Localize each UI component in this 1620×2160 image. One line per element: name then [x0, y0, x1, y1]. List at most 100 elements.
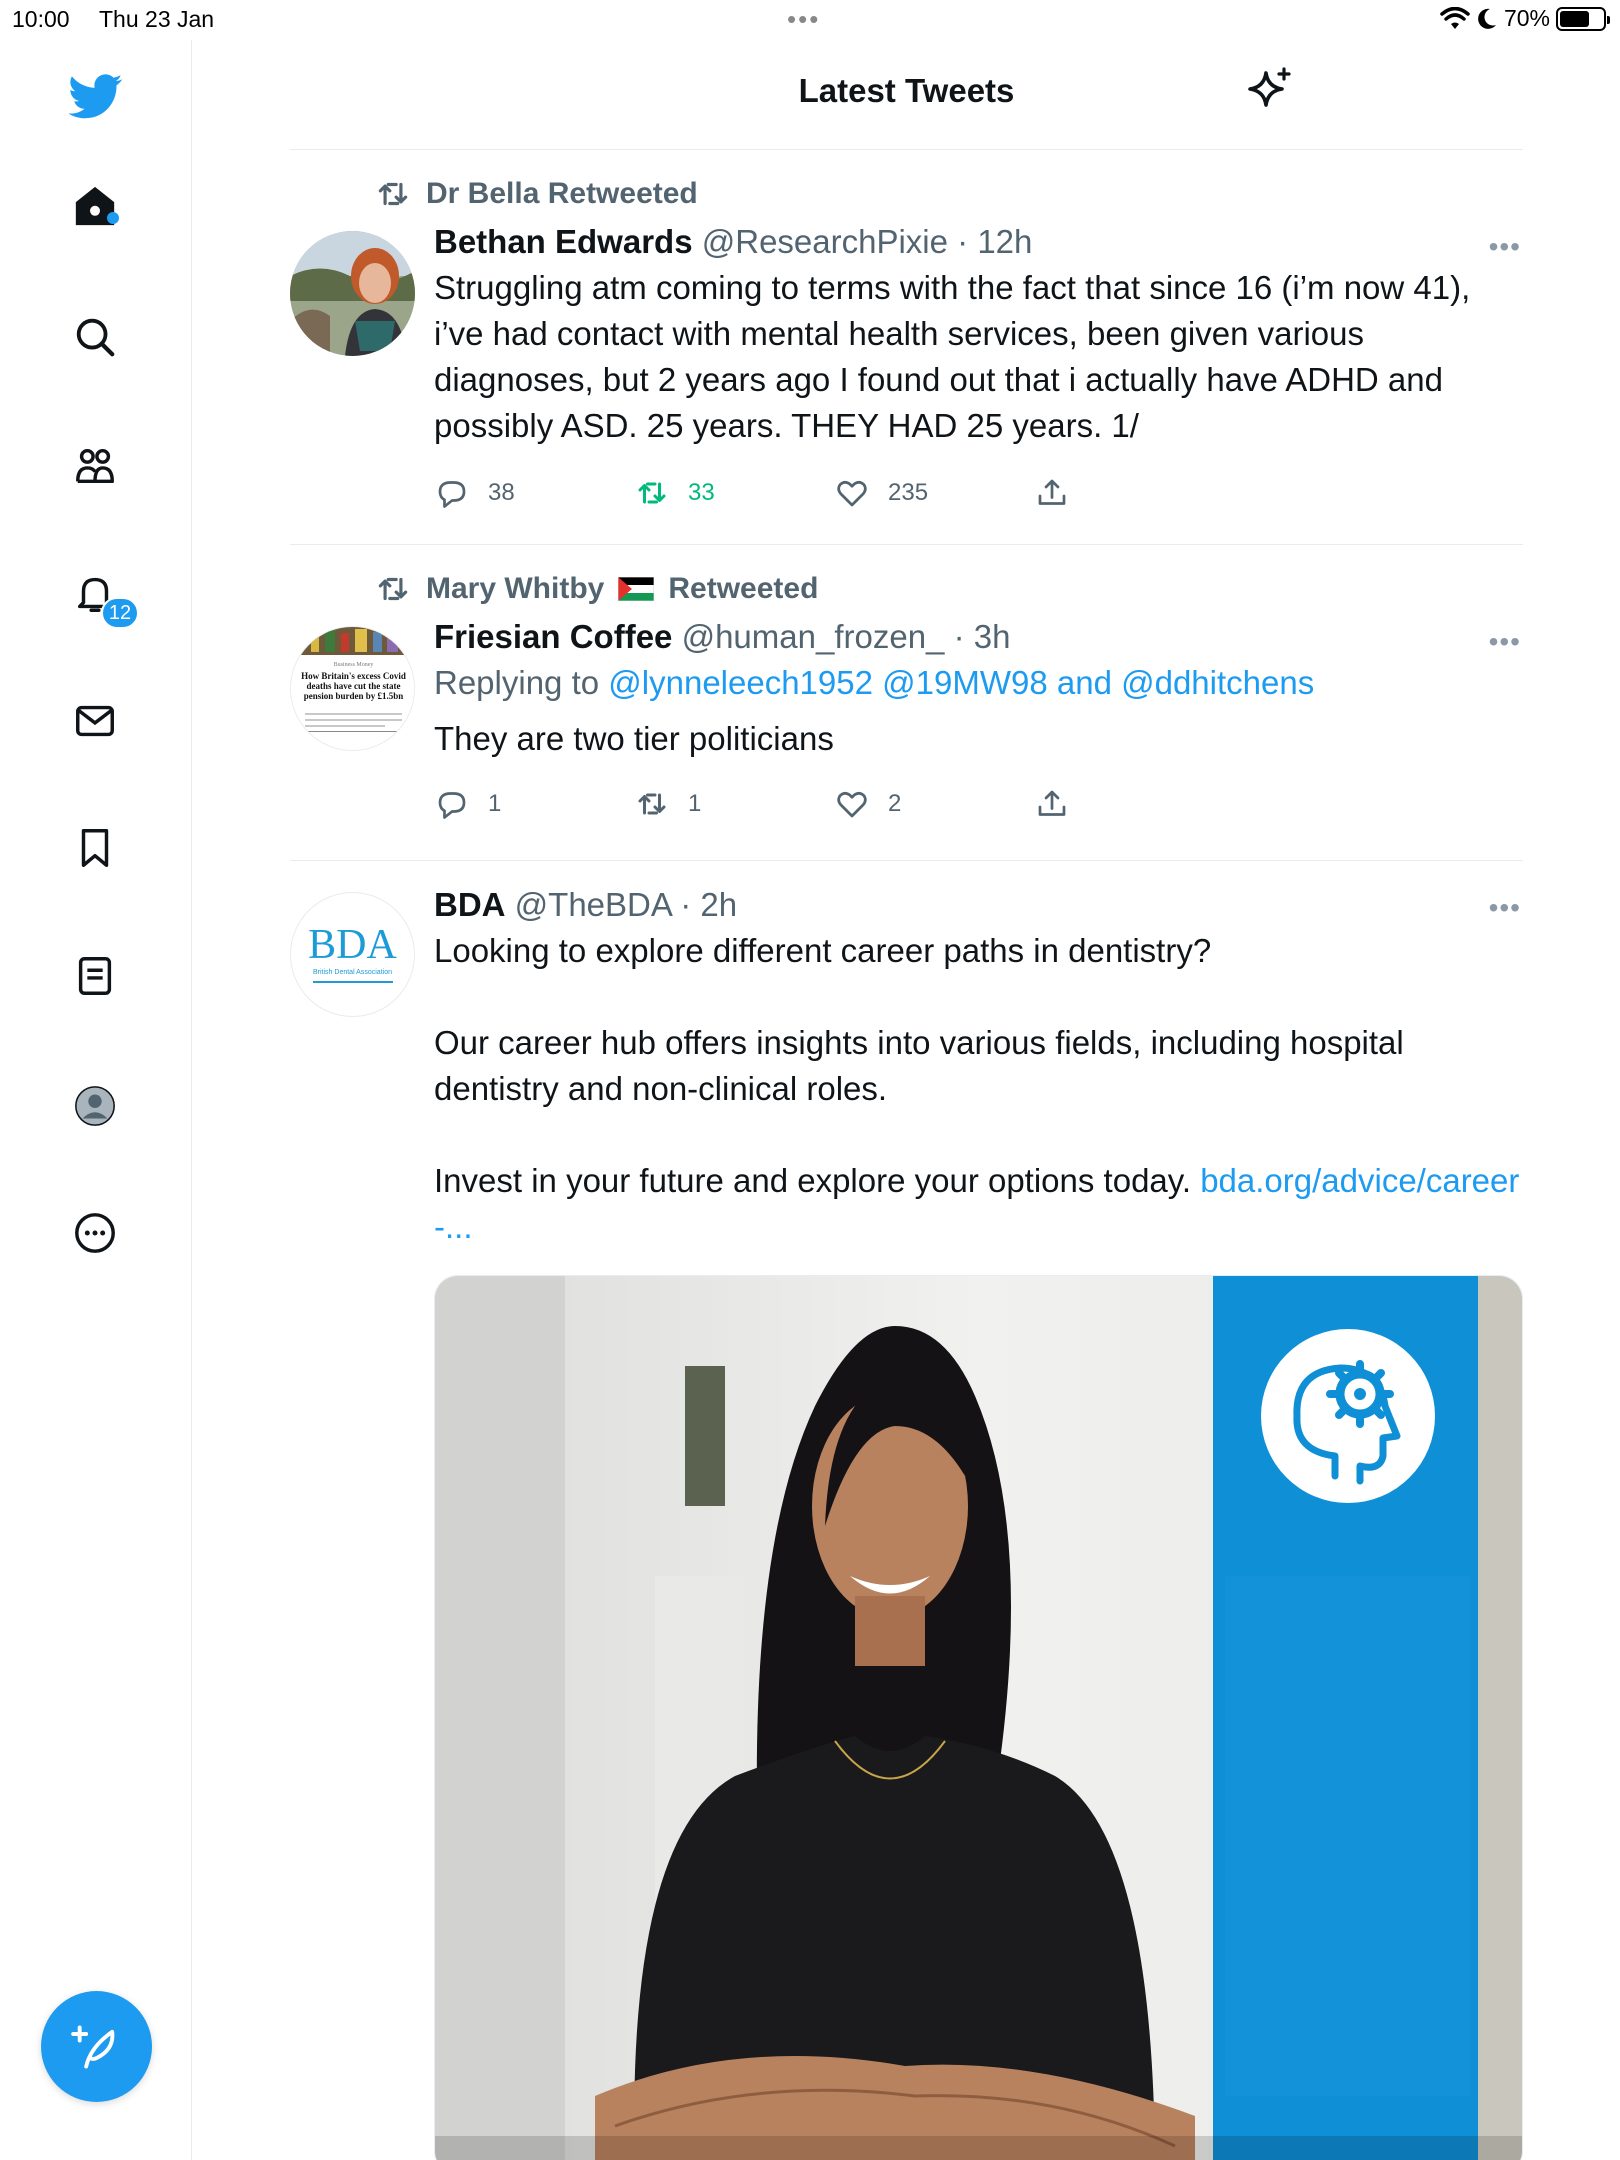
heart-icon — [837, 791, 867, 818]
sparkle-icon[interactable] — [1246, 65, 1294, 113]
wifi-icon — [1440, 6, 1470, 29]
multitasking-dots-icon[interactable]: ••• — [787, 4, 820, 35]
retweet-button[interactable]: 33 — [634, 475, 834, 511]
share-icon — [1038, 479, 1066, 505]
nav-lists[interactable] — [69, 950, 121, 1002]
tweet-body: Bethan Edwards @ResearchPixie · 12h Stru… — [434, 223, 1523, 449]
retweeted-suffix: Retweeted — [668, 572, 819, 605]
bookmark-icon — [81, 829, 109, 867]
reply-count: 1 — [488, 790, 502, 817]
battery-fill — [1560, 10, 1590, 27]
more-options-icon[interactable]: ••• — [1489, 892, 1521, 924]
retweet-button[interactable]: 1 — [634, 786, 834, 822]
status-right: 70% — [1440, 5, 1610, 32]
tweet-meta: Friesian Coffee @human_frozen_ · 3h — [434, 618, 1523, 656]
tweet-paragraph: Our career hub offers insights into vari… — [434, 1024, 1404, 1107]
status-date: Thu 23 Jan — [99, 6, 215, 32]
tweet-item[interactable]: Dr Bella Retweeted Bethan Edwards @Resea… — [290, 151, 1523, 545]
battery-percent: 70% — [1503, 5, 1550, 31]
nav-search[interactable] — [69, 311, 121, 363]
page-title: Latest Tweets — [798, 72, 1015, 109]
avatar-kicker: Business Money — [333, 662, 374, 668]
nav-home[interactable] — [69, 180, 121, 232]
battery-icon — [1556, 6, 1610, 31]
bda-logo-rule — [313, 981, 393, 983]
envelope-icon — [76, 705, 114, 737]
palestine-flag-icon — [618, 577, 655, 601]
reply-icon — [438, 481, 466, 508]
reply-button[interactable]: 38 — [434, 475, 634, 511]
replying-to: Replying to @lynneleech1952 @19MW98 and … — [434, 664, 1523, 702]
retweet-icon — [638, 793, 666, 815]
status-time: 10:00 — [12, 6, 70, 32]
avatar[interactable] — [290, 231, 415, 356]
moon-icon — [1478, 8, 1496, 29]
avatar[interactable]: BDA British Dental Association — [290, 892, 415, 1017]
retweet-context: Dr Bella Retweeted — [374, 175, 698, 213]
share-icon — [1038, 790, 1066, 816]
reply-button[interactable]: 1 — [434, 786, 634, 822]
retweeted-by-name[interactable]: Mary Whitby — [426, 572, 604, 606]
retweeted-by[interactable]: Dr Bella Retweeted — [426, 177, 698, 211]
nav-bookmarks[interactable] — [69, 822, 121, 874]
tweet-body: BDA @TheBDA · 2h Looking to explore diff… — [434, 886, 1523, 1250]
compose-feather-icon — [70, 2025, 114, 2068]
status-bar: 10:00 Thu 23 Jan ••• 70% — [0, 0, 1620, 40]
tweet-time[interactable]: · 2h — [680, 886, 737, 923]
sidebar: 12 — [0, 40, 192, 2160]
avatar-headline: How Britain's excess Covid deaths have c… — [301, 671, 406, 701]
nav-profile[interactable] — [69, 1080, 121, 1132]
share-button[interactable] — [1034, 786, 1234, 822]
search-icon — [76, 318, 115, 357]
avatar-headline-card: Business Money How Britain's excess Covi… — [297, 660, 410, 701]
twitter-logo-icon[interactable] — [66, 66, 126, 126]
communities-icon — [76, 448, 114, 484]
compose-tweet-button[interactable] — [41, 1991, 152, 2102]
like-button[interactable]: 235 — [834, 475, 1034, 511]
author-handle[interactable]: @ResearchPixie — [702, 223, 948, 260]
tweet-text: They are two tier politicians — [434, 720, 834, 757]
more-circle-icon — [75, 1213, 115, 1253]
nav-messages[interactable] — [69, 695, 121, 747]
career-hub-photo — [435, 1276, 1522, 2160]
author-handle[interactable]: @human_frozen_ — [682, 618, 945, 655]
tweet-meta: Bethan Edwards @ResearchPixie · 12h — [434, 223, 1523, 261]
home-unread-dot — [107, 212, 119, 224]
replying-handles[interactable]: @lynneleech1952 @19MW98 and @ddhitchens — [608, 664, 1314, 701]
tweet-text: Looking to explore different career path… — [434, 928, 1523, 1250]
tweet-time[interactable]: · 12h — [957, 223, 1032, 260]
tweet-item[interactable]: Mary Whitby Retweeted Business Money How… — [290, 546, 1523, 861]
share-button[interactable] — [1034, 475, 1234, 511]
tweet-paragraph: Invest in your future and explore your o… — [434, 1158, 1523, 1250]
retweet-context: Mary Whitby Retweeted — [374, 570, 818, 608]
author-name[interactable]: Bethan Edwards — [434, 223, 693, 260]
nav-communities[interactable] — [69, 440, 121, 492]
tweet-media-image[interactable] — [434, 1275, 1523, 2160]
tweet-item[interactable]: BDA British Dental Association BDA @TheB… — [290, 862, 1523, 2160]
retweet-count: 1 — [688, 790, 702, 817]
more-options-icon[interactable]: ••• — [1489, 231, 1521, 263]
profile-avatar-icon — [75, 1086, 115, 1126]
author-handle[interactable]: @TheBDA — [515, 886, 671, 923]
timeline-header: Latest Tweets — [290, 40, 1523, 150]
bda-logo-subtitle: British Dental Association — [313, 969, 392, 976]
avatar[interactable]: Business Money How Britain's excess Covi… — [290, 626, 415, 751]
tweet-text: Struggling atm coming to terms with the … — [434, 269, 1471, 444]
bda-logo-text: BDA — [308, 922, 397, 968]
like-count: 2 — [888, 790, 902, 817]
more-options-icon[interactable]: ••• — [1489, 626, 1521, 658]
author-name[interactable]: Friesian Coffee — [434, 618, 672, 655]
like-button[interactable]: 2 — [834, 786, 1034, 822]
author-name[interactable]: BDA — [434, 886, 506, 923]
like-count: 235 — [888, 479, 929, 506]
reply-icon — [438, 792, 466, 819]
replying-prefix: Replying to — [434, 664, 600, 701]
tweet-body: Friesian Coffee @human_frozen_ · 3h Repl… — [434, 618, 1523, 762]
nav-more[interactable] — [69, 1207, 121, 1259]
retweet-small-icon — [378, 182, 408, 206]
list-icon — [78, 957, 112, 995]
retweet-small-icon — [378, 577, 408, 601]
tweet-meta: BDA @TheBDA · 2h — [434, 886, 1523, 924]
tweet-time[interactable]: · 3h — [954, 618, 1011, 655]
tweet-paragraph: Looking to explore different career path… — [434, 932, 1212, 969]
